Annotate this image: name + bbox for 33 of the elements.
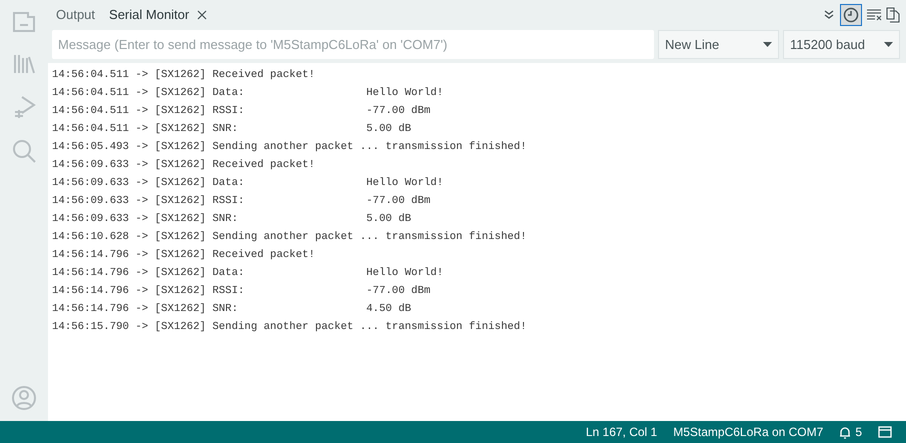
log-line: 14:56:14.796 -> [SX1262] Received packet!	[52, 248, 315, 263]
bell-icon	[839, 426, 852, 438]
log-line: 14:56:04.511 -> [SX1262] SNR: 5.00 dB	[52, 122, 412, 137]
log-line: 14:56:04.511 -> [SX1262] Data: Hello World!	[52, 86, 444, 101]
caret-icon	[884, 42, 893, 47]
message-field[interactable]: Message (Enter to send message to 'M5StampC6LoRa' on 'COM7')	[52, 30, 654, 59]
line-ending-dropdown[interactable]: New Line	[658, 30, 779, 59]
panel-icon[interactable]	[878, 426, 892, 438]
log-line: 14:56:14.796 -> [SX1262] RSSI: -77.00 dBm	[52, 284, 430, 299]
log-line: 14:56:15.790 -> [SX1262] Sending another packet ... transmission finished!	[52, 320, 527, 335]
log-line: 14:56:09.633 -> [SX1262] SNR: 5.00 dB	[52, 212, 412, 227]
copy-icon[interactable]	[886, 7, 900, 23]
log-line: 14:56:10.628 -> [SX1262] Sending another packet ... transmission finished!	[52, 230, 527, 245]
close-icon[interactable]	[197, 10, 208, 20]
log-line: 14:56:05.493 -> [SX1262] Sending another packet ... transmission finished!	[52, 140, 527, 155]
log-line: 14:56:14.796 -> [SX1262] Data: Hello World!	[52, 266, 444, 281]
timestamp-toggle[interactable]	[840, 4, 862, 26]
tab[interactable]: Serial Monitor	[105, 0, 212, 30]
baud-rate-dropdown[interactable]: 115200 baud	[783, 30, 900, 59]
notifications-button[interactable]: 5	[839, 423, 862, 441]
log-line: 14:56:04.511 -> [SX1262] RSSI: -77.00 dBm	[52, 104, 430, 119]
log-line: 14:56:14.796 -> [SX1262] SNR: 4.50 dB	[52, 302, 412, 317]
clear-output-icon[interactable]	[866, 8, 882, 22]
log-line: 14:56:09.633 -> [SX1262] Received packet!	[52, 158, 315, 173]
log-line: 14:56:09.633 -> [SX1262] RSSI: -77.00 dBm	[52, 194, 430, 209]
log-line: 14:56:04.511 -> [SX1262] Received packet!	[52, 68, 315, 83]
clock-icon	[843, 7, 859, 23]
caret-icon	[763, 42, 772, 47]
chevrons-down-icon[interactable]	[824, 10, 834, 20]
tab[interactable]: Output	[52, 0, 100, 30]
cursor-position: Ln 167, Col 1	[586, 424, 658, 441]
log-line: 14:56:09.633 -> [SX1262] Data: Hello World!	[52, 176, 444, 191]
board-port[interactable]: M5StampC6LoRa on COM7	[673, 423, 824, 441]
